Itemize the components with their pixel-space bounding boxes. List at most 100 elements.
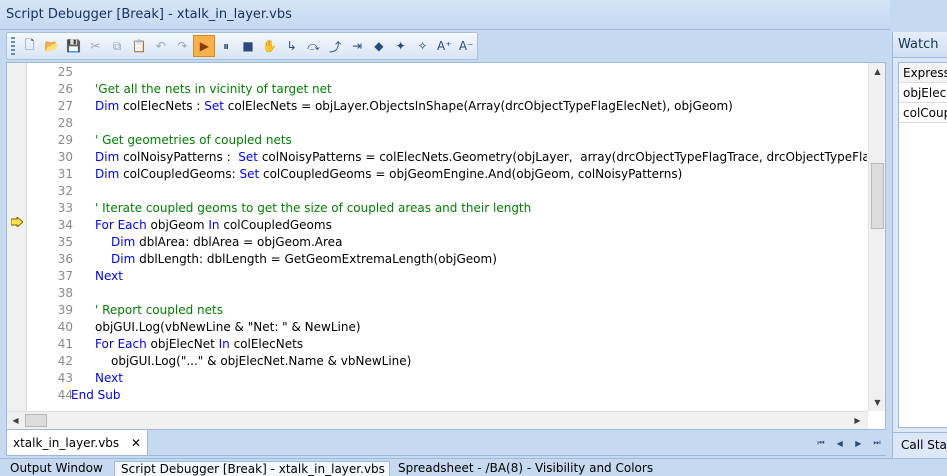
new-file-icon[interactable]: 🗋	[19, 35, 41, 57]
code-line[interactable]: Dim colCoupledGeoms: Set colCoupledGeoms…	[95, 167, 682, 181]
code-token: objGUI.Log("..." & objElecNet.Name & vbN…	[111, 354, 412, 368]
code-token: dblLength: dblLength = GetGeomExtremaLen…	[139, 252, 497, 266]
code-line[interactable]: End Sub	[71, 388, 120, 402]
doc-tab-label: xtalk_in_layer.vbs	[13, 435, 120, 450]
line-number: 44	[57, 388, 73, 402]
save-icon[interactable]: 💾	[63, 35, 85, 57]
code-line[interactable]: ' Get geometries of coupled nets	[95, 133, 292, 147]
code-line[interactable]: Dim dblLength: dblLength = GetGeomExtrem…	[111, 252, 497, 266]
code-line[interactable]: ' Iterate coupled geoms to get the size …	[95, 201, 531, 215]
scroll-down-icon[interactable]: ▼	[869, 394, 886, 411]
code-line[interactable]: 'Get all the nets in vicinity of target …	[95, 82, 332, 96]
line-number: 40	[57, 320, 73, 334]
copy-icon[interactable]: ⧉	[106, 35, 128, 57]
code-token: colCoupledGeoms = objGeomEngine.And(objG…	[262, 167, 683, 181]
line-number: 29	[57, 133, 73, 147]
close-icon[interactable]: ✕	[131, 436, 141, 450]
watch-row[interactable]: objElecNet	[899, 83, 947, 103]
clear-breakpoints-icon[interactable]: ✦	[390, 35, 412, 57]
keyword-token: End Sub	[71, 388, 121, 402]
keyword-token: In	[218, 337, 234, 351]
disable-breakpoints-icon[interactable]: ✧	[412, 35, 434, 57]
line-number: 37	[57, 269, 73, 283]
code-token: colNoisyPatterns :	[123, 150, 239, 164]
code-line[interactable]: Dim colElecNets : Set colElecNets = objL…	[95, 99, 733, 113]
stop-icon[interactable]: ■	[237, 35, 259, 57]
doc-tab-xtalk[interactable]: xtalk_in_layer.vbs ✕	[6, 430, 148, 456]
next-tab-icon[interactable]: ▶	[851, 437, 865, 449]
line-number: 42	[57, 354, 73, 368]
undo-icon[interactable]: ↶	[150, 35, 172, 57]
code-line[interactable]: For Each objGeom In colCoupledGeoms	[95, 218, 332, 232]
run-to-cursor-icon[interactable]: ⇥	[346, 35, 368, 57]
tab-output-window[interactable]: Output Window	[4, 461, 112, 476]
title-bar: Script Debugger [Break] - xtalk_in_layer…	[0, 0, 890, 30]
toggle-breakpoint-icon[interactable]: ◆	[368, 35, 390, 57]
step-into-icon[interactable]: ↳	[281, 35, 303, 57]
code-token: colElecNets :	[123, 99, 205, 113]
font-increase-icon[interactable]: A⁺	[433, 35, 455, 57]
code-line[interactable]: Next	[95, 371, 123, 385]
line-number: 34	[57, 218, 73, 232]
step-over-icon[interactable]: ⤼	[303, 35, 325, 57]
watch-row[interactable]: colCoupledGeoms	[899, 103, 947, 123]
hand-icon[interactable]: ✋	[259, 35, 281, 57]
scroll-right-icon[interactable]: ▶	[849, 412, 866, 429]
vertical-scroll-thumb[interactable]	[871, 163, 884, 229]
last-tab-icon[interactable]: ⏭	[870, 437, 884, 449]
previous-tab-icon[interactable]: ◀	[833, 437, 847, 449]
keyword-token: Next	[95, 371, 123, 385]
debug-toolbar: 🗋 📂 💾 ✂ ⧉ 📋 ↶ ↷ ▶ ⏸ ■ ✋ ↳ ⤼ ⤴ ⇥ ◆ ✦ ✧ A⁺ A⁻	[6, 32, 478, 60]
horizontal-scrollbar[interactable]: ◀ ▶	[7, 411, 868, 429]
code-token: colElecNets	[233, 337, 304, 351]
first-tab-icon[interactable]: ⏮	[814, 437, 828, 449]
code-token: colElecNets = objLayer.ObjectsInShape(Ar…	[227, 99, 733, 113]
vertical-scrollbar[interactable]: ▲ ▼	[868, 63, 885, 411]
line-number: 28	[57, 116, 73, 130]
keyword-token: Dim	[95, 99, 124, 113]
keyword-token: For Each	[95, 218, 151, 232]
pause-icon[interactable]: ⏸	[215, 35, 237, 57]
toolbar-grip[interactable]	[11, 37, 15, 55]
keyword-token: Dim	[111, 252, 140, 266]
code-token: objGUI.Log(vbNewLine & "Net: " & NewLine…	[95, 320, 361, 334]
code-token: objGeom	[150, 218, 209, 232]
line-number: 31	[57, 167, 73, 181]
step-out-icon[interactable]: ⤴	[324, 35, 346, 57]
paste-icon[interactable]: 📋	[128, 35, 150, 57]
keyword-token: Set	[204, 99, 228, 113]
line-number: 25	[57, 65, 73, 79]
code-line[interactable]: objGUI.Log(vbNewLine & "Net: " & NewLine…	[95, 320, 361, 334]
line-number: 38	[57, 286, 73, 300]
keyword-token: For Each	[95, 337, 151, 351]
keyword-token: In	[208, 218, 224, 232]
open-folder-icon[interactable]: 📂	[41, 35, 63, 57]
code-line[interactable]: For Each objElecNet In colElecNets	[95, 337, 303, 351]
code-line[interactable]: objGUI.Log("..." & objElecNet.Name & vbN…	[111, 354, 411, 368]
code-token: dblArea: dblArea = objGeom.Area	[139, 235, 343, 249]
scroll-left-icon[interactable]: ◀	[7, 412, 24, 429]
line-number: 35	[57, 235, 73, 249]
breakpoint-margin[interactable]	[7, 63, 27, 411]
code-line[interactable]: ' Report coupled nets	[95, 303, 223, 317]
line-number: 33	[57, 201, 73, 215]
run-icon[interactable]: ▶	[193, 35, 216, 57]
cut-icon[interactable]: ✂	[84, 35, 106, 57]
tab-script-debugger[interactable]: Script Debugger [Break] - xtalk_in_layer…	[114, 461, 390, 476]
line-number: 32	[57, 184, 73, 198]
code-line[interactable]: Next	[95, 269, 123, 283]
code-text[interactable]: 'Get all the nets in vicinity of target …	[71, 63, 867, 411]
font-decrease-icon[interactable]: A⁻	[455, 35, 477, 57]
code-line[interactable]: Dim dblArea: dblArea = objGeom.Area	[111, 235, 342, 249]
watch-grid[interactable]: Expression objElecNet colCoupledGeoms	[898, 62, 947, 428]
scroll-up-icon[interactable]: ▲	[869, 63, 886, 80]
redo-icon[interactable]: ↷	[172, 35, 194, 57]
watch-column-expression[interactable]: Expression	[899, 63, 947, 83]
keyword-token: Set	[239, 167, 263, 181]
horizontal-scroll-thumb[interactable]	[25, 414, 47, 427]
code-editor[interactable]: 25 26 27 28 29 30 31 32 33 34 35 36 37 38 39 40 41 42 43 44…	[6, 62, 886, 430]
tab-spreadsheet[interactable]: Spreadsheet - /BA(8) - Visibility and Co…	[392, 461, 668, 476]
call-stack-tab[interactable]: Call Stack	[893, 432, 947, 458]
code-line[interactable]: Dim colNoisyPatterns : Set colNoisyPatte…	[95, 150, 867, 164]
window-tabs: Output Window Script Debugger [Break] - …	[0, 458, 947, 476]
